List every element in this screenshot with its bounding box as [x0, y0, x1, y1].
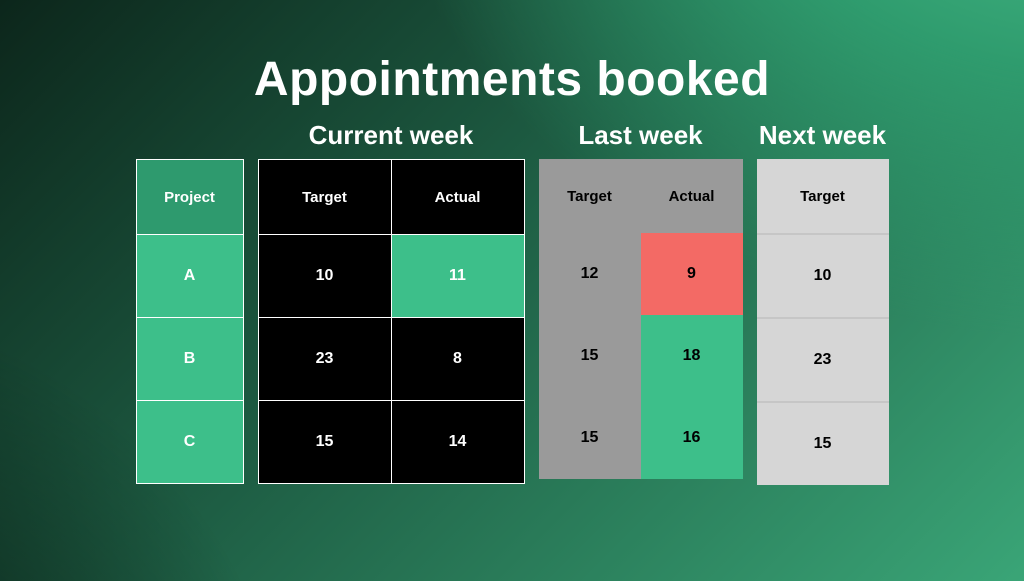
current-actual-cell: 11	[391, 235, 524, 318]
next-week-table: Target 10 23 15	[757, 159, 889, 485]
current-actual-header: Actual	[391, 160, 524, 235]
last-week-table: Target Actual 12 9 15 18 15 16	[539, 159, 743, 479]
project-row: A	[136, 235, 243, 318]
current-target-header: Target	[258, 160, 391, 235]
last-target-header: Target	[539, 159, 641, 233]
next-target-cell: 23	[757, 318, 889, 402]
last-week-block: Last week Target Actual 12 9 15 18 15 16	[539, 117, 743, 479]
current-actual-cell: 8	[391, 318, 524, 401]
current-actual-cell: 14	[391, 401, 524, 484]
last-actual-cell: 18	[641, 315, 743, 397]
current-week-table: Target Actual 10 11 23 8 15 14	[258, 159, 525, 484]
project-row: C	[136, 401, 243, 484]
last-target-cell: 15	[539, 315, 641, 397]
current-target-cell: 15	[258, 401, 391, 484]
project-table: Project A B C	[136, 159, 244, 484]
project-header: Project	[136, 160, 243, 235]
next-target-cell: 15	[757, 402, 889, 485]
current-target-cell: 23	[258, 318, 391, 401]
project-row: B	[136, 318, 243, 401]
last-week-title: Last week	[578, 117, 702, 151]
dashboard-grid: . Project A B C Current week Target Actu…	[0, 117, 1024, 485]
next-week-block: Next week Target 10 23 15	[757, 117, 889, 485]
last-actual-cell: 9	[641, 233, 743, 315]
next-week-title: Next week	[759, 117, 886, 151]
current-week-title: Current week	[309, 117, 474, 151]
next-target-cell: 10	[757, 234, 889, 318]
next-target-header: Target	[757, 159, 889, 234]
last-actual-header: Actual	[641, 159, 743, 233]
last-target-cell: 12	[539, 233, 641, 315]
last-target-cell: 15	[539, 397, 641, 479]
current-week-block: Current week Target Actual 10 11 23 8 15…	[258, 117, 525, 484]
last-actual-cell: 16	[641, 397, 743, 479]
current-target-cell: 10	[258, 235, 391, 318]
page-title: Appointments booked	[0, 52, 1024, 107]
project-column-block: . Project A B C	[136, 117, 244, 484]
